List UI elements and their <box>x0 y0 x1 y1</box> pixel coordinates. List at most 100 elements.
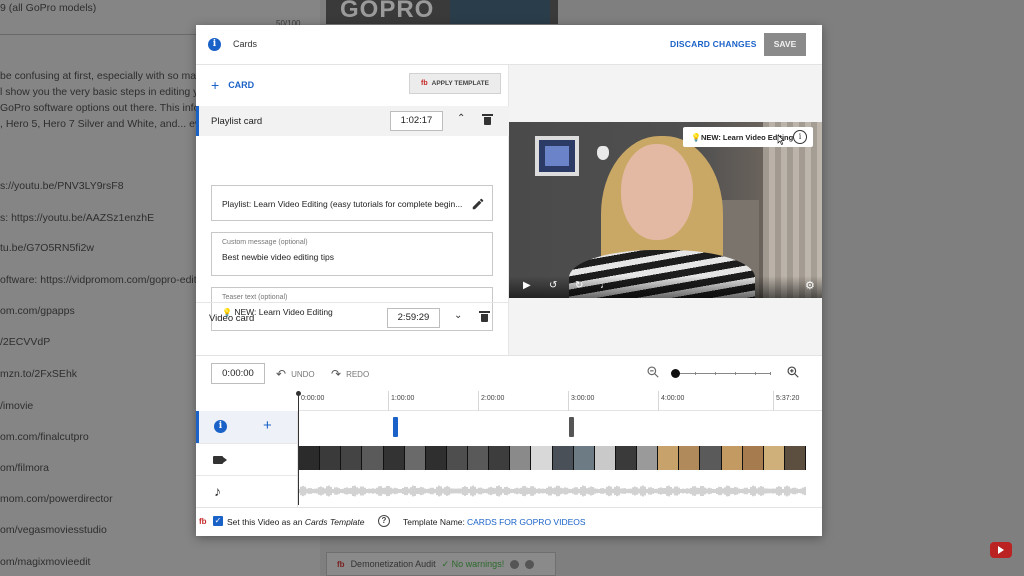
video-thumbnail-frame <box>510 446 532 470</box>
playlist-select-value: Playlist: Learn Video Editing (easy tuto… <box>222 199 463 209</box>
background-description-line: /2ECVVdP <box>0 336 51 348</box>
timeline-ruler[interactable]: 0:00:00 1:00:00 2:00:00 3:00:00 4:00:00 5:37:… <box>298 391 822 411</box>
custom-message-input[interactable]: Best newbie video editing tips <box>222 252 334 262</box>
teaser-text-label: Teaser text (optional) <box>222 294 288 301</box>
mouse-cursor-icon <box>777 135 785 145</box>
fb-logo-icon: fb <box>199 517 207 526</box>
trash-icon[interactable] <box>482 114 493 125</box>
play-icon[interactable]: ▶ <box>523 281 531 291</box>
undo-button[interactable]: ↶ UNDO <box>276 367 315 381</box>
redo-button[interactable]: ↷ REDO <box>331 367 369 381</box>
help-icon[interactable]: ? <box>378 515 390 527</box>
video-thumbnail-frame <box>763 446 785 470</box>
forward-icon[interactable]: ↻ <box>575 281 583 291</box>
zoom-slider-tick <box>755 372 756 375</box>
ruler-tick-label: 1:00:00 <box>391 395 415 402</box>
background-description-line: /imovie <box>0 400 34 412</box>
card-row-video[interactable]: Video card 2:59:29 ⌄ <box>196 302 509 332</box>
rewind-icon[interactable]: ↺ <box>549 281 557 291</box>
custom-message-field[interactable]: Custom message (optional) Best newbie vi… <box>211 232 493 276</box>
add-card-label: CARD <box>228 80 255 90</box>
cards-track-header: i + <box>196 411 298 443</box>
video-thumbnail-frame <box>573 446 595 470</box>
timeline-time-input[interactable]: 0:00:00 <box>211 363 265 384</box>
chevron-up-icon[interactable]: ⌃ <box>457 113 465 124</box>
cards-editor-dialog: i Cards DISCARD CHANGES SAVE + CARD fb A… <box>196 25 822 536</box>
video-frame-decor <box>597 146 609 160</box>
background-description-line: 9 (all GoPro models) <box>0 2 97 14</box>
card-info-icon[interactable]: i <box>793 130 807 144</box>
add-card-plus-icon[interactable]: + <box>263 417 272 434</box>
ruler-tick-line <box>658 391 659 411</box>
card-time-input[interactable]: 1:02:17 <box>390 111 443 131</box>
custom-message-label: Custom message (optional) <box>222 239 308 246</box>
pencil-icon[interactable] <box>471 197 485 211</box>
refresh-icon <box>510 559 520 569</box>
audio-waveform[interactable] <box>299 481 806 501</box>
template-name-label: Template Name: <box>403 517 465 527</box>
background-description-line: om.com/finalcutpro <box>0 431 89 443</box>
video-controls-bar: ▶ ↺ ↻ ♩ ⚙ <box>509 276 822 298</box>
background-description-line: be confusing at first, especially with s… <box>0 70 208 82</box>
background-description-line: s://youtu.be/PNV3LY9rsF8 <box>0 180 124 192</box>
discard-changes-button[interactable]: DISCARD CHANGES <box>670 39 757 49</box>
card-marker-playlist[interactable] <box>393 417 398 437</box>
youtube-logo-icon <box>990 542 1012 558</box>
volume-icon[interactable]: ♩ <box>600 281 610 291</box>
gear-icon[interactable]: ⚙ <box>805 281 815 292</box>
playlist-select-field[interactable]: Playlist: Learn Video Editing (easy tuto… <box>211 185 493 221</box>
zoom-out-icon[interactable] <box>646 365 660 379</box>
info-icon: i <box>208 38 221 51</box>
apply-template-button[interactable]: fb APPLY TEMPLATE <box>409 73 501 94</box>
video-thumbnail-frame <box>446 446 468 470</box>
help-icon <box>525 559 535 569</box>
zoom-slider-track[interactable] <box>675 372 771 375</box>
zoom-slider-tick <box>735 372 736 375</box>
video-thumbnail-frame <box>784 446 806 470</box>
ruler-tick-label: 4:00:00 <box>661 395 685 402</box>
video-thumbnail-frame <box>531 446 553 470</box>
card-title: Video card <box>209 313 255 324</box>
zoom-slider-handle[interactable] <box>671 369 680 378</box>
ruler-tick-line <box>478 391 479 411</box>
zoom-in-icon[interactable] <box>786 365 800 379</box>
ruler-tick-label: 3:00:00 <box>571 395 595 402</box>
video-thumbnail-frame <box>615 446 637 470</box>
video-thumbnail-frame <box>383 446 405 470</box>
template-name-value[interactable]: CARDS FOR GOPRO VIDEOS <box>467 517 586 527</box>
video-camera-icon <box>213 456 227 464</box>
video-track-thumbnails[interactable] <box>299 446 806 470</box>
lightbulb-icon: 💡 <box>691 132 701 142</box>
ruler-tick-line <box>568 391 569 411</box>
video-thumbnail-frame <box>721 446 743 470</box>
fb-logo-icon: fb <box>337 559 345 569</box>
redo-icon: ↷ <box>331 367 342 381</box>
video-thumbnail-frame <box>299 446 321 470</box>
audio-waveform-graphic <box>299 485 806 497</box>
card-marker-video[interactable] <box>569 417 574 437</box>
ruler-tick-label: 0:00:00 <box>301 395 325 402</box>
video-frame-curtain <box>763 122 822 298</box>
video-thumbnail-frame <box>679 446 701 470</box>
zoom-slider-tick <box>770 372 771 375</box>
card-time-input[interactable]: 2:59:29 <box>387 308 440 328</box>
add-card-button[interactable]: + CARD <box>211 78 254 92</box>
video-thumbnail-frame <box>552 446 574 470</box>
info-icon: i <box>214 420 227 433</box>
chevron-down-icon[interactable]: ⌄ <box>454 310 462 321</box>
save-button[interactable]: SAVE <box>764 33 806 56</box>
video-thumbnail-frame <box>594 446 616 470</box>
video-thumbnail-frame <box>489 446 511 470</box>
plus-icon: + <box>211 77 220 93</box>
ruler-tick-label: 2:00:00 <box>481 395 505 402</box>
background-description-line: om.com/gpapps <box>0 305 75 317</box>
background-description-line: l show you the very basic steps in editi… <box>0 86 211 98</box>
cards-track[interactable] <box>298 411 822 443</box>
background-description-line: GoPro software options out there. This i… <box>0 102 212 114</box>
video-thumbnail-frame <box>742 446 764 470</box>
set-template-checkbox[interactable]: ✓ <box>213 516 223 526</box>
trash-icon[interactable] <box>479 311 490 322</box>
video-player[interactable]: 💡 NEW: Learn Video Editing i ▶ ↺ ↻ ♩ ⚙ <box>509 122 822 298</box>
card-row-playlist[interactable]: Playlist card 1:02:17 ⌃ <box>196 106 509 136</box>
background-description-line: s: https://youtu.be/AAZSz1enzhE <box>0 212 155 224</box>
